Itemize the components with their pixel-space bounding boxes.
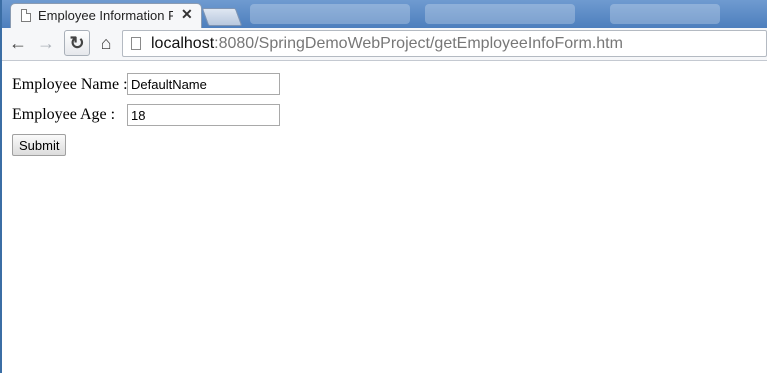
url-path: :8080/SpringDemoWebProject/getEmployeeIn…: [214, 35, 623, 52]
employee-age-label: Employee Age :: [12, 106, 116, 123]
url-host: localhost: [151, 35, 215, 52]
background-tab-blurred[interactable]: [610, 4, 720, 24]
reload-icon[interactable]: ↻: [64, 30, 90, 56]
page-icon: [131, 37, 141, 50]
tab-title: Employee Information F: [38, 8, 173, 23]
url-text: localhost:8080/SpringDemoWebProject/getE…: [151, 35, 623, 53]
home-icon[interactable]: ⌂: [94, 31, 118, 55]
forward-arrow-icon[interactable]: →: [34, 31, 58, 55]
employee-name-field[interactable]: [127, 73, 280, 95]
new-tab-button[interactable]: [201, 8, 243, 26]
tab-active[interactable]: Employee Information F ✕: [10, 3, 202, 28]
employee-name-label: Employee Name :: [12, 76, 128, 93]
tab-strip: Employee Information F ✕: [0, 0, 767, 28]
background-tab-blurred[interactable]: [425, 4, 575, 24]
back-arrow-icon[interactable]: ←: [6, 31, 30, 55]
page-icon: [21, 9, 31, 22]
browser-toolbar: ← → ↻ ⌂ localhost:8080/SpringDemoWebProj…: [0, 28, 767, 61]
page-content: Employee Name : Employee Age : Submit: [2, 61, 767, 373]
employee-age-field[interactable]: [127, 104, 280, 126]
background-tab-blurred[interactable]: [250, 4, 410, 24]
address-bar[interactable]: localhost:8080/SpringDemoWebProject/getE…: [122, 30, 767, 57]
close-icon[interactable]: ✕: [181, 6, 193, 23]
submit-button[interactable]: Submit: [12, 134, 67, 156]
